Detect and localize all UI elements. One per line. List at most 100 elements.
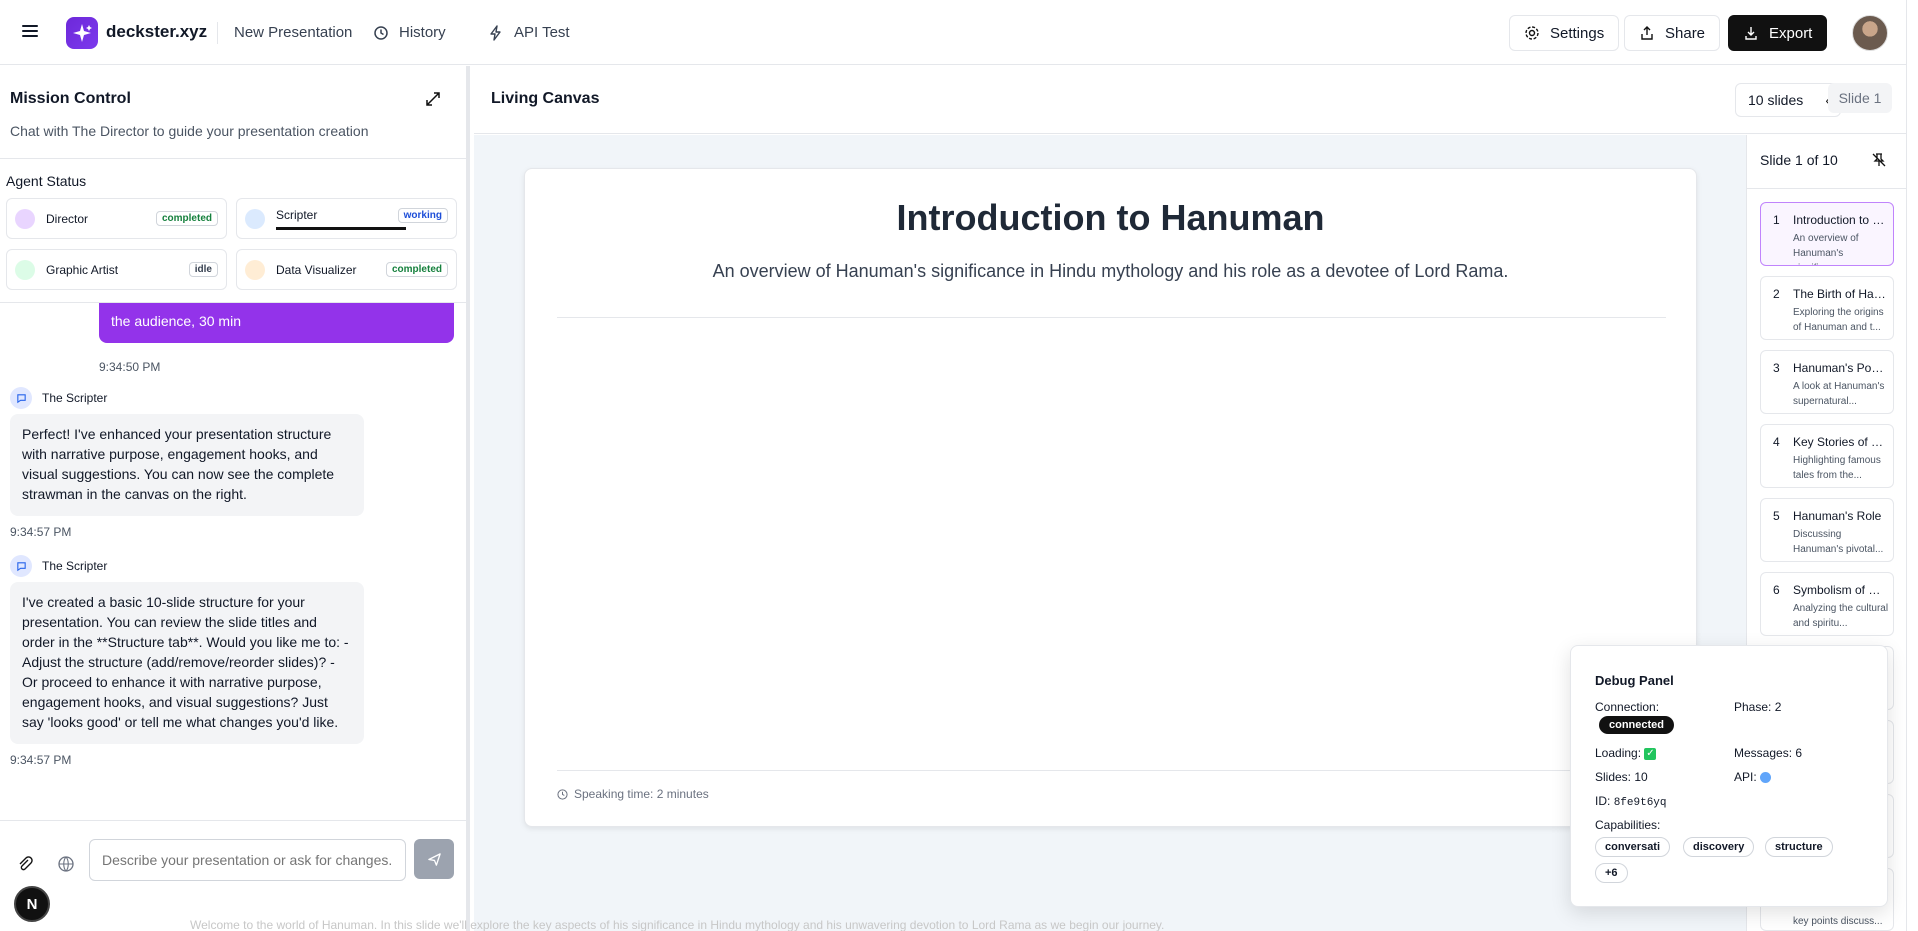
slide-number: 2 [1773,287,1780,301]
slides-count-button[interactable]: 10 slides ‹ [1735,83,1841,117]
slide-thumbnail[interactable]: 6 Symbolism of Hanuman Analyzing the cul… [1760,572,1894,636]
panel-title: Mission Control [10,90,131,107]
api-row: API: [1734,770,1772,784]
divider [557,317,1666,318]
slide-thumbnail-desc: An overview of Hanuman's significance... [1793,233,1859,265]
message-input[interactable] [89,839,406,881]
agent-card-data-visualizer[interactable]: Data Visualizer completed [236,249,457,290]
globe-icon[interactable] [57,855,75,873]
send-button[interactable] [414,839,454,879]
slide-thumbnail[interactable]: 5 Hanuman's Role Discussing Hanuman's pi… [1760,498,1894,562]
chart-icon [245,260,265,280]
export-label: Export [1769,24,1813,42]
user-initial-badge[interactable]: N [14,886,50,922]
expand-icon[interactable] [424,90,442,108]
share-icon [1641,26,1653,40]
sender-name: The Scripter [42,391,108,405]
slide-list-header: Slide 1 of 10 [1760,152,1838,168]
progress-bar [276,227,406,230]
slide-thumbnail[interactable]: 1 Introduction to Hanuman An overview of… [1760,202,1894,266]
share-button[interactable]: Share [1624,15,1721,51]
slide-thumbnail-title: The Birth of Hanuman [1793,287,1889,301]
slide-thumbnail[interactable]: 2 The Birth of Hanuman Exploring the ori… [1760,276,1894,340]
debug-panel: Debug Panel Connection: connected Phase:… [1570,645,1888,907]
capability-badge: discovery [1683,837,1755,857]
logo-icon[interactable] [66,17,98,49]
brand-name[interactable]: deckster.xyz [106,22,207,42]
slides-count-label: 10 slides [1748,92,1804,108]
slide-preview[interactable]: Introduction to Hanuman An overview of H… [524,168,1697,827]
share-label: Share [1665,24,1706,42]
export-button[interactable]: Export [1728,15,1828,51]
menu-icon[interactable] [20,22,40,42]
canvas-header: Living Canvas 10 slides ‹ Slide 1 [474,66,1906,134]
connection-label: Connection: [1595,700,1660,714]
mission-control-panel: Mission Control Chat with The Director t… [0,66,470,931]
capability-badge: +6 [1595,863,1628,883]
settings-button[interactable]: Settings [1509,15,1620,51]
check-icon: ✓ [1644,747,1657,760]
tab-slide-1[interactable]: Slide 1 [1828,83,1892,113]
zap-icon [490,24,501,41]
window-edge [1906,0,1918,931]
slide-thumbnail-desc: Analyzing the cultural and spiritu... [1793,603,1889,629]
panel-subtitle: Chat with The Director to guide your pre… [10,123,369,139]
unpin-icon[interactable] [1871,152,1887,168]
message-icon [10,555,32,577]
agent-card-graphic-artist[interactable]: Graphic Artist idle [6,249,227,290]
phase-value: Phase: 2 [1734,700,1782,714]
speaking-time: Speaking time: 2 minutes [557,787,709,801]
agent-status-label: Agent Status [6,173,87,189]
status-badge: working [397,208,448,223]
nav-api-test[interactable]: API Test [488,24,570,41]
bot-message: I've created a basic 10-slide structure … [10,582,364,744]
slide-thumbnail-title: Hanuman's Role [1793,509,1882,523]
nav-api-test-label: API Test [514,24,570,41]
nav-new-presentation[interactable]: New Presentation [234,24,352,41]
agent-name: Scripter [276,208,318,222]
slide-thumbnail-desc: Discussing Hanuman's pivotal... [1793,529,1884,555]
agent-name: Data Visualizer [276,263,357,277]
palette-icon [15,260,35,280]
id-value: 8fe9t6yq [1613,797,1667,809]
settings-label: Settings [1550,24,1605,42]
message-sender: The Scripter [10,555,107,577]
slide-subtitle: An overview of Hanuman's significance in… [712,261,1509,281]
slide-thumbnail[interactable]: 4 Key Stories of Hanuman Highlighting fa… [1760,424,1894,488]
gear-icon [1525,26,1539,40]
slide-thumbnail-title: Symbolism of Hanuman [1793,583,1889,597]
slide-thumbnail-title: Introduction to Hanuman [1793,213,1889,227]
composer: N [0,820,466,931]
id-label: ID: [1595,794,1611,808]
agent-card-scripter[interactable]: Scripter working [236,198,457,239]
slide-thumbnail-desc: Exploring the origins of Hanuman and t..… [1793,307,1884,333]
capability-badge: conversati [1595,837,1671,857]
chat-log[interactable]: the audience, 30 min 9:34:50 PM The Scri… [0,303,466,803]
divider [557,770,1666,771]
message-icon [245,209,265,229]
slide-thumbnail[interactable]: 3 Hanuman's Powers A look at Hanuman's s… [1760,350,1894,414]
status-badge: connected [1599,716,1675,734]
paperclip-icon[interactable] [16,855,34,873]
user-message: the audience, 30 min [99,303,454,343]
status-badge: idle [188,262,218,277]
send-icon [427,852,441,866]
capability-badge: structure [1765,837,1833,857]
speaking-time-label: Speaking time: 2 minutes [574,787,709,801]
timestamp: 9:34:57 PM [10,753,72,767]
nav-history[interactable]: History [373,24,446,41]
agent-card-director[interactable]: Director completed [6,198,227,239]
user-icon [15,209,35,229]
slide-thumbnail-title: Hanuman's Powers [1793,361,1889,375]
agent-name: Graphic Artist [46,263,119,277]
slide-title: Introduction to Hanuman [896,197,1325,238]
divider [0,158,470,159]
capabilities-label: Capabilities: [1595,818,1661,832]
api-label: API: [1734,770,1757,784]
slide-number: 4 [1773,435,1780,449]
message-sender: The Scripter [10,387,107,409]
timestamp: 9:34:57 PM [10,525,72,539]
avatar[interactable] [1852,15,1888,51]
debug-title: Debug Panel [1595,673,1674,688]
slide-number: 6 [1773,583,1780,597]
